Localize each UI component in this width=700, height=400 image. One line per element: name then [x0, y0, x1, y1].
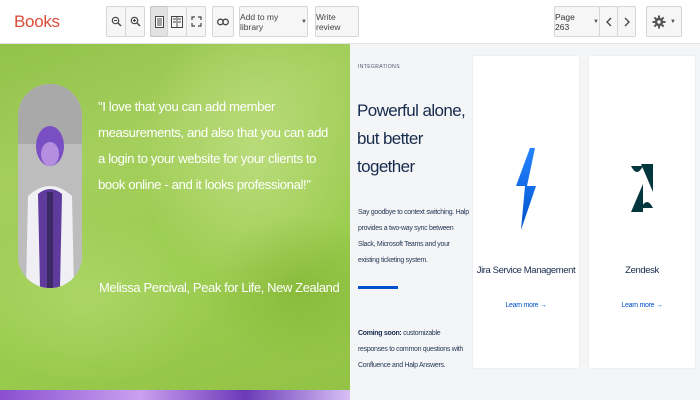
- two-page-icon: [171, 15, 183, 28]
- chevron-left-icon: [605, 17, 611, 26]
- accent-rule: [358, 286, 398, 289]
- testimonial-panel: "I love that you can add member measurem…: [0, 44, 350, 400]
- zoom-out-button[interactable]: [106, 6, 126, 37]
- coming-soon-label: Coming soon:: [358, 330, 402, 337]
- card-title: Zendesk: [625, 265, 659, 276]
- card-title: Jira Service Management: [476, 265, 576, 276]
- person-photo: [18, 84, 82, 288]
- testimonial-avatar: [18, 84, 82, 288]
- section-eyebrow: INTEGRATIONS: [358, 64, 400, 70]
- zoom-out-icon: [111, 16, 121, 27]
- integration-card-zendesk[interactable]: Zendesk Learn more →: [589, 56, 695, 368]
- section-description: Say goodbye to context switching. Halp p…: [358, 209, 469, 264]
- zendesk-icon: [631, 164, 653, 212]
- link-button[interactable]: [212, 6, 234, 37]
- add-to-library-label: Add to my library: [240, 11, 279, 32]
- fullscreen-icon: [190, 16, 202, 27]
- previous-page-button[interactable]: [599, 6, 618, 37]
- single-page-view-button[interactable]: [150, 6, 168, 37]
- toolbar: Books Add to my library ▼ Write review Pa…: [0, 0, 700, 44]
- zoom-in-icon: [130, 16, 140, 27]
- chevron-down-icon: ▼: [670, 18, 676, 25]
- two-page-view-button[interactable]: [167, 6, 187, 37]
- fullscreen-button[interactable]: [186, 6, 206, 37]
- books-logo[interactable]: Books: [14, 12, 60, 32]
- coming-soon-text: Coming soon: customizable responses to c…: [358, 326, 470, 374]
- chevron-right-icon: [624, 17, 630, 26]
- page-selector[interactable]: Page 263 ▼: [554, 6, 600, 37]
- add-to-library-button[interactable]: Add to my library ▼: [239, 6, 308, 37]
- jira-service-management-icon: [516, 148, 536, 230]
- link-icon: [217, 18, 229, 25]
- integration-card-jira[interactable]: Jira Service Management Learn more →: [473, 56, 579, 368]
- single-page-icon: [154, 15, 164, 28]
- page-label: Page 263: [555, 11, 575, 32]
- zoom-in-button[interactable]: [125, 6, 145, 37]
- next-page-button[interactable]: [617, 6, 636, 37]
- integrations-section: INTEGRATIONS Powerful alone, but better …: [350, 44, 700, 400]
- settings-button[interactable]: ▼: [646, 6, 682, 37]
- section-headline: Powerful alone, but better together: [357, 101, 466, 176]
- gear-icon: [652, 15, 666, 28]
- testimonial-quote: "I love that you can add member measurem…: [98, 99, 328, 192]
- card-logo: [589, 162, 695, 214]
- next-section-edge: [0, 390, 350, 400]
- learn-more-link[interactable]: Learn more →: [589, 302, 695, 309]
- learn-more-link[interactable]: Learn more →: [473, 302, 579, 309]
- testimonial-author: Melissa Percival, Peak for Life, New Zea…: [99, 280, 340, 295]
- write-review-label: Write review: [316, 11, 341, 32]
- chevron-down-icon: ▼: [301, 18, 307, 25]
- write-review-button[interactable]: Write review: [315, 6, 359, 37]
- card-logo: [473, 148, 579, 230]
